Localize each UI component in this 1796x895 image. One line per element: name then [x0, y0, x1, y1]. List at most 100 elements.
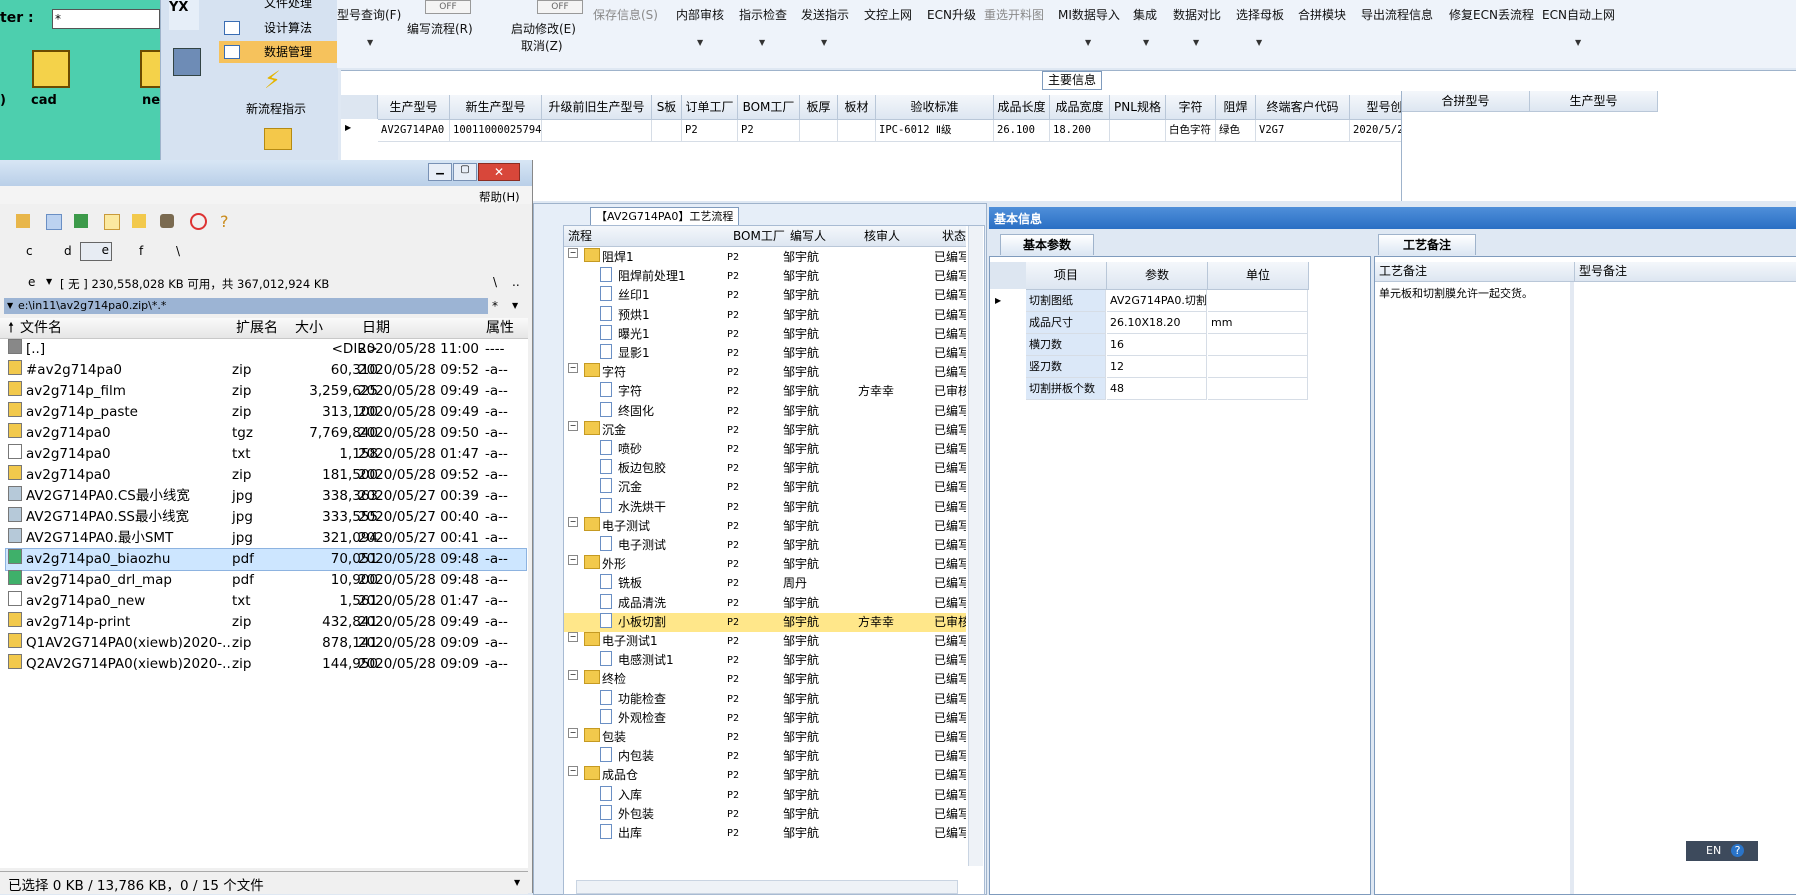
process-row[interactable]: 内包装 P2 邹宇航 已编写: [564, 747, 966, 766]
main-cell-7[interactable]: [838, 120, 876, 142]
main-col-11[interactable]: PNL规格: [1110, 95, 1166, 120]
param-unit[interactable]: [1208, 356, 1308, 378]
file-row[interactable]: #av2g714pa0 zip 60,310 2020/05/28 09:52 -a--: [6, 360, 526, 381]
collapse-toggle-icon[interactable]: −: [568, 632, 578, 642]
copy-icon[interactable]: [46, 214, 62, 230]
main-cell-3[interactable]: [652, 120, 682, 142]
process-row[interactable]: 预烘1 P2 邹宇航 已编写: [564, 305, 966, 325]
help-menu[interactable]: 帮助(H): [479, 189, 520, 205]
main-col-5[interactable]: BOM工厂: [738, 95, 800, 120]
file-row[interactable]: av2g714pa0_drl_map pdf 10,900 2020/05/28 09…: [6, 570, 526, 591]
process-row[interactable]: 铣板 P2 周丹 已编写: [564, 574, 966, 593]
toolbar-mi-import[interactable]: MI数据导入: [1058, 6, 1120, 23]
toolbar-instruction-check[interactable]: 指示检查: [739, 6, 787, 23]
collapse-toggle-icon[interactable]: −: [568, 555, 578, 566]
tab-basic-params[interactable]: 基本参数: [1000, 234, 1094, 255]
help-icon[interactable]: ?: [1731, 844, 1744, 857]
zip-icon[interactable]: [132, 214, 146, 228]
main-cell-6[interactable]: [800, 120, 838, 142]
col-ext[interactable]: 扩展名: [236, 318, 278, 338]
chevron-down-icon[interactable]: ▼: [759, 38, 765, 47]
param-param[interactable]: 26.10X18.20: [1107, 312, 1207, 334]
process-row[interactable]: − 电子测试 P2 邹宇航 已编写: [564, 516, 966, 536]
process-row[interactable]: − 阻焊1 P2 邹宇航 已编写: [564, 248, 966, 267]
main-col-8[interactable]: 验收标准: [876, 95, 994, 120]
folder-icon[interactable]: [16, 214, 30, 228]
collapse-toggle-icon[interactable]: −: [568, 728, 578, 738]
process-row[interactable]: 终固化 P2 邹宇航 已编写: [564, 401, 966, 421]
toolbar-save-info[interactable]: 保存信息(S): [593, 6, 658, 23]
up-button[interactable]: ..: [512, 275, 520, 289]
main-col-4[interactable]: 订单工厂: [682, 95, 738, 120]
process-row[interactable]: − 终检 P2 邹宇航 已编写: [564, 670, 966, 689]
main-col-6[interactable]: 板厚: [800, 95, 838, 120]
chevron-down-icon[interactable]: ▼: [697, 38, 703, 47]
process-row[interactable]: 电子测试 P2 邹宇航 已编写: [564, 536, 966, 555]
close-button[interactable]: ✕: [478, 163, 520, 181]
file-row[interactable]: av2g714p-print zip 432,841 2020/05/28 09:49…: [6, 612, 526, 633]
toolbar-send-instruction[interactable]: 发送指示: [801, 6, 849, 23]
col-size[interactable]: 大小: [295, 318, 323, 338]
col-flow[interactable]: 流程: [568, 226, 592, 246]
collapse-toggle-icon[interactable]: −: [568, 516, 578, 527]
vertical-scrollbar[interactable]: [968, 226, 983, 866]
toggle-switch-2[interactable]: OFF: [537, 0, 583, 14]
drive-network[interactable]: \: [176, 244, 180, 258]
process-row[interactable]: 外包装 P2 邹宇航 已编写: [564, 804, 966, 824]
param-param[interactable]: 48: [1107, 378, 1207, 400]
chevron-down-icon[interactable]: ▼: [1575, 38, 1581, 47]
process-row[interactable]: 丝印1 P2 邹宇航 已编写: [564, 286, 966, 305]
stop-icon[interactable]: [190, 213, 207, 230]
horizontal-scrollbar[interactable]: [576, 880, 958, 894]
drive-f[interactable]: f: [139, 244, 143, 258]
toolbar-ecn-upgrade[interactable]: ECN升级: [927, 6, 976, 23]
collapse-toggle-icon[interactable]: −: [568, 248, 578, 258]
main-col-7[interactable]: 板材: [838, 95, 876, 120]
drive-select[interactable]: e ▼: [4, 275, 58, 291]
toolbar-doc-online[interactable]: 文控上网: [864, 6, 912, 23]
chevron-down-icon[interactable]: ▼: [1143, 38, 1149, 47]
file-row[interactable]: AV2G714PA0.最小SMT jpg 321,094 2020/05/27 00:…: [6, 528, 526, 549]
file-row[interactable]: av2g714pa0_new txt 1,561 2020/05/28 01:47 -a…: [6, 591, 526, 612]
process-row[interactable]: − 字符 P2 邹宇航 已编写: [564, 363, 966, 382]
toolbar-write-flow[interactable]: 编写流程(R): [407, 20, 473, 37]
drive-e[interactable]: e: [80, 242, 112, 261]
toolbar-ecn-auto-online[interactable]: ECN自动上网: [1542, 6, 1615, 23]
main-cell-12[interactable]: 白色字符: [1166, 120, 1216, 142]
toolbar-data-compare[interactable]: 数据对比: [1173, 6, 1221, 23]
main-cell-5[interactable]: P2: [738, 120, 800, 142]
calculator-icon[interactable]: [173, 48, 201, 76]
language-tray[interactable]: EN ?: [1686, 841, 1758, 861]
col-reviewer[interactable]: 核审人: [864, 226, 900, 246]
process-row[interactable]: − 包装 P2 邹宇航 已编写: [564, 728, 966, 747]
col-bom[interactable]: BOM工厂: [733, 226, 785, 246]
toolbar-fix-ecn[interactable]: 修复ECN丢流程: [1449, 6, 1534, 23]
toggle-switch-1[interactable]: OFF: [425, 0, 471, 14]
process-row[interactable]: − 外形 P2 邹宇航 已编写: [564, 555, 966, 574]
file-row[interactable]: Q2AV2G714PA0(xiewb)2020-.. zip 144,950 2020…: [6, 654, 526, 675]
process-row[interactable]: − 电子测试1 P2 邹宇航 已编写: [564, 632, 966, 651]
toolbar-select-mother[interactable]: 选择母板: [1236, 6, 1284, 23]
drive-c[interactable]: c: [26, 244, 33, 258]
main-col-14[interactable]: 终端客户代码: [1256, 95, 1350, 120]
param-param[interactable]: 12: [1107, 356, 1207, 378]
param-unit[interactable]: mm: [1208, 312, 1308, 334]
main-cell-4[interactable]: P2: [682, 120, 738, 142]
process-row[interactable]: 字符 P2 邹宇航 方幸幸 已审核: [564, 382, 966, 401]
tab-process-remark[interactable]: 工艺备注: [1378, 234, 1476, 255]
file-row[interactable]: Q1AV2G714PA0(xiewb)2020-.. zip 878,141 2020…: [6, 633, 526, 654]
main-col-12[interactable]: 字符: [1166, 95, 1216, 120]
col-writer[interactable]: 编写人: [790, 226, 826, 246]
new-flow-button[interactable]: 新流程指示: [246, 100, 306, 117]
main-cell-2[interactable]: [542, 120, 652, 142]
maximize-button[interactable]: ▢: [453, 163, 477, 181]
toolbar-integrate[interactable]: 集成: [1133, 6, 1157, 23]
process-row[interactable]: 电感测试1 P2 邹宇航 已编写: [564, 651, 966, 670]
file-row[interactable]: AV2G714PA0.CS最小线宽 jpg 338,363 2020/05/27 00…: [6, 486, 526, 507]
file-row[interactable]: [..] <DIR> 2020/05/28 11:00 ----: [6, 339, 526, 360]
process-row[interactable]: 入库 P2 邹宇航 已编写: [564, 785, 966, 805]
main-col-1[interactable]: 新生产型号: [450, 95, 542, 120]
file-row[interactable]: av2g714p_paste zip 313,100 2020/05/28 09:49…: [6, 402, 526, 423]
col-status[interactable]: 状态: [942, 226, 966, 246]
collapse-toggle-icon[interactable]: −: [568, 670, 578, 681]
